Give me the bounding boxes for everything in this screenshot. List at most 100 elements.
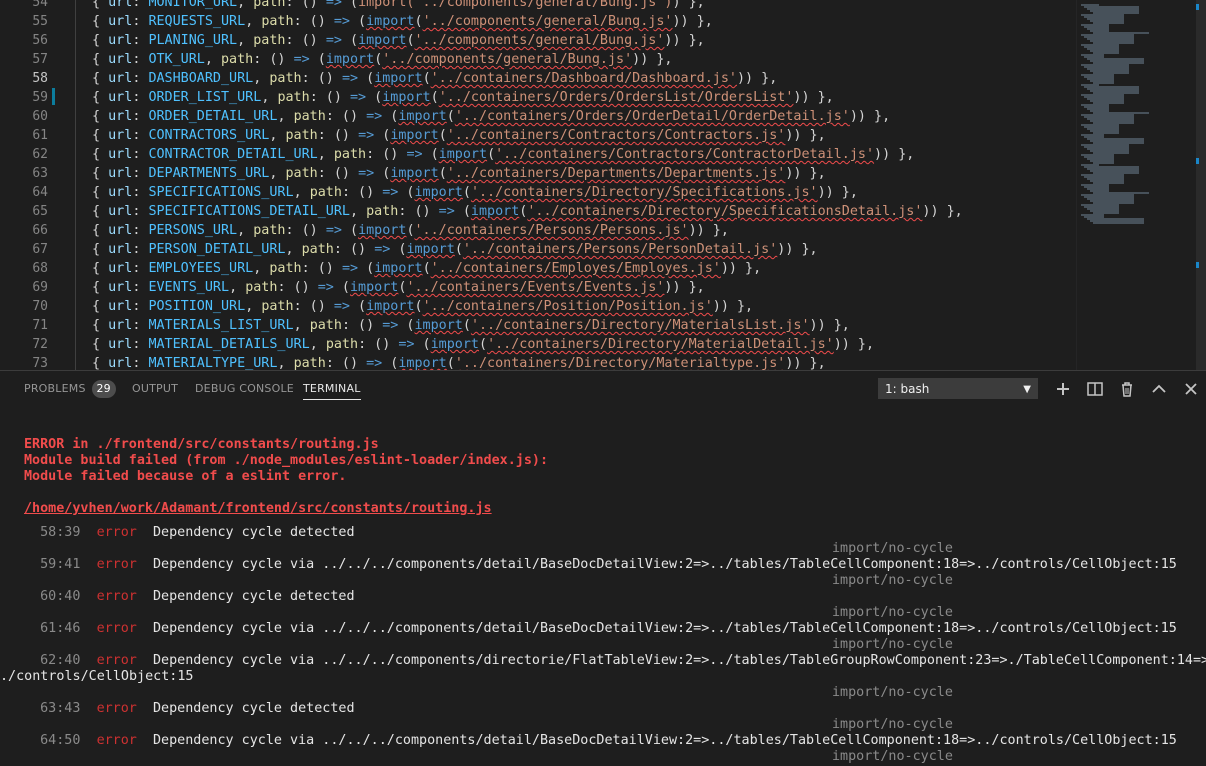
lint-error-pos: 60:40	[40, 589, 81, 604]
code-token: },	[833, 185, 858, 200]
line-number: 71	[32, 318, 48, 333]
tab-problems[interactable]: PROBLEMS 29	[24, 371, 116, 406]
code-token: =>	[366, 109, 383, 124]
code-token: (	[446, 356, 455, 370]
code-token: :	[132, 223, 149, 238]
code-token: {	[92, 52, 109, 67]
code-token: (	[430, 90, 439, 105]
code-token: url	[108, 356, 133, 370]
lint-error-row: 59:41 error Dependency cycle via ../../.…	[24, 557, 1177, 573]
lint-error-pos: 63:43	[40, 701, 81, 716]
code-token: (	[374, 166, 391, 181]
code-token: import	[414, 185, 463, 200]
code-token: '../containers/Directory/MaterialsList.j…	[470, 318, 810, 333]
lint-error-pos: 64:50	[40, 733, 81, 748]
code-token: {	[92, 204, 109, 219]
code-token: import	[406, 242, 455, 257]
terminal-output[interactable]: ERROR in ./frontend/src/constants/routin…	[0, 406, 1206, 766]
code-token: ))	[664, 280, 681, 295]
code-token: {	[92, 261, 109, 276]
code-token: : ()	[285, 33, 326, 48]
code-line[interactable]: { url: PERSON_DETAIL_URL, path: () => (i…	[92, 240, 818, 259]
code-token: ,	[237, 223, 254, 238]
minimap[interactable]	[1076, 0, 1197, 370]
code-line[interactable]: { url: OTK_URL, path: () => (import('../…	[92, 50, 672, 69]
code-token: =>	[341, 71, 359, 86]
code-token: (	[341, 223, 359, 238]
code-token: path	[261, 14, 294, 29]
code-line[interactable]: { url: MONITOR_URL, path: () => (import(…	[92, 0, 705, 12]
new-terminal-button[interactable]	[1052, 378, 1074, 400]
kill-terminal-button[interactable]	[1116, 378, 1138, 400]
code-token: : ()	[301, 261, 342, 276]
code-token: :	[132, 204, 149, 219]
code-token: (	[382, 356, 399, 370]
maximize-panel-button[interactable]	[1148, 378, 1170, 400]
code-line[interactable]: { url: EVENTS_URL, path: () => (import('…	[92, 278, 705, 297]
code-token: ,	[253, 71, 270, 86]
lint-error-msg: Dependency cycle detected	[153, 701, 355, 716]
tab-debug-console[interactable]: DEBUG CONSOLE	[195, 371, 294, 406]
code-token: url	[108, 33, 133, 48]
code-line[interactable]: { url: CONTRACTORS_URL, path: () => (imp…	[92, 126, 826, 145]
lint-error-pos: 62:40	[40, 653, 81, 668]
editor-scrollbar[interactable]	[1196, 0, 1206, 370]
code-line[interactable]: { url: DEPARTMENTS_URL, path: () => (imp…	[92, 164, 826, 183]
code-token: import	[398, 356, 447, 370]
code-line[interactable]: { url: PLANING_URL, path: () => (import(…	[92, 31, 705, 50]
code-token: {	[92, 242, 109, 257]
code-token: REQUESTS_URL	[148, 14, 246, 29]
tab-terminal[interactable]: TERMINAL	[303, 371, 361, 406]
code-line[interactable]: { url: EMPLOYEES_URL, path: () => (impor…	[92, 259, 761, 278]
close-panel-button[interactable]	[1180, 378, 1202, 400]
code-line[interactable]: { url: MATERIAL_DETAILS_URL, path: () =>…	[92, 335, 874, 354]
code-token: SPECIFICATIONS_DETAIL_URL	[148, 204, 350, 219]
code-token: },	[728, 299, 754, 314]
lint-error-row: 61:46 error Dependency cycle via ../../.…	[24, 621, 1177, 637]
code-token: import	[358, 223, 407, 238]
code-token: {	[92, 109, 109, 124]
code-token: :	[132, 52, 149, 67]
code-line[interactable]: { url: SPECIFICATIONS_URL, path: () => (…	[92, 183, 858, 202]
code-line[interactable]: { url: POSITION_URL, path: () => (import…	[92, 297, 753, 316]
code-line[interactable]: { url: SPECIFICATIONS_DETAIL_URL, path: …	[92, 202, 963, 221]
code-token: url	[108, 109, 133, 124]
code-token: import	[358, 33, 407, 48]
code-token: ,	[245, 299, 262, 314]
code-line[interactable]: { url: MATERIALS_LIST_URL, path: () => (…	[92, 316, 850, 335]
code-token: : ()	[293, 14, 334, 29]
code-token: },	[825, 318, 850, 333]
code-token: url	[108, 337, 133, 352]
code-token: url	[108, 14, 133, 29]
code-line[interactable]: { url: REQUESTS_URL, path: () => (import…	[92, 12, 713, 31]
chevron-up-icon	[1152, 384, 1166, 393]
split-terminal-button[interactable]	[1084, 378, 1106, 400]
code-token: ,	[293, 318, 310, 333]
line-number: 61	[32, 128, 48, 143]
code-token: url	[108, 90, 133, 105]
lint-error-pos: 58:39	[40, 525, 81, 540]
terminal-select[interactable]: 1: bash ▼	[878, 378, 1038, 399]
code-token: PERSON_DETAIL_URL	[148, 242, 286, 257]
code-token: path	[366, 204, 399, 219]
code-line[interactable]: { url: ORDER_DETAIL_URL, path: () => (im…	[92, 107, 890, 126]
code-token: url	[108, 280, 133, 295]
code-token: (	[487, 147, 496, 162]
code-token: : ()	[358, 337, 399, 352]
code-editor[interactable]: 54 55 56 57 58 59 60 61 62 63 64 65 66 67 68 69 70 71 72 73…	[0, 0, 1206, 370]
scrollbar-marker	[1196, 158, 1199, 164]
code-token: },	[801, 166, 826, 181]
code-token: : ()	[277, 280, 318, 295]
code-token: ,	[317, 147, 334, 162]
code-token: OTK_URL	[148, 52, 205, 67]
code-token: ,	[285, 242, 302, 257]
code-line[interactable]: { url: ORDER_LIST_URL, path: () => (impo…	[92, 88, 834, 107]
error-file-path[interactable]: /home/yvhen/work/Adamant/frontend/src/co…	[24, 501, 492, 517]
code-line[interactable]: { url: MATERIALTYPE_URL, path: () => (im…	[92, 354, 826, 370]
code-line[interactable]: { url: CONTRACTOR_DETAIL_URL, path: () =…	[92, 145, 914, 164]
code-token: import	[325, 52, 375, 67]
tab-output[interactable]: OUTPUT	[132, 371, 178, 406]
code-line[interactable]: { url: DASHBOARD_URL, path: () => (impor…	[92, 69, 777, 88]
code-line[interactable]: { url: PERSONS_URL, path: () => (import(…	[92, 221, 729, 240]
code-token: =>	[374, 242, 391, 257]
